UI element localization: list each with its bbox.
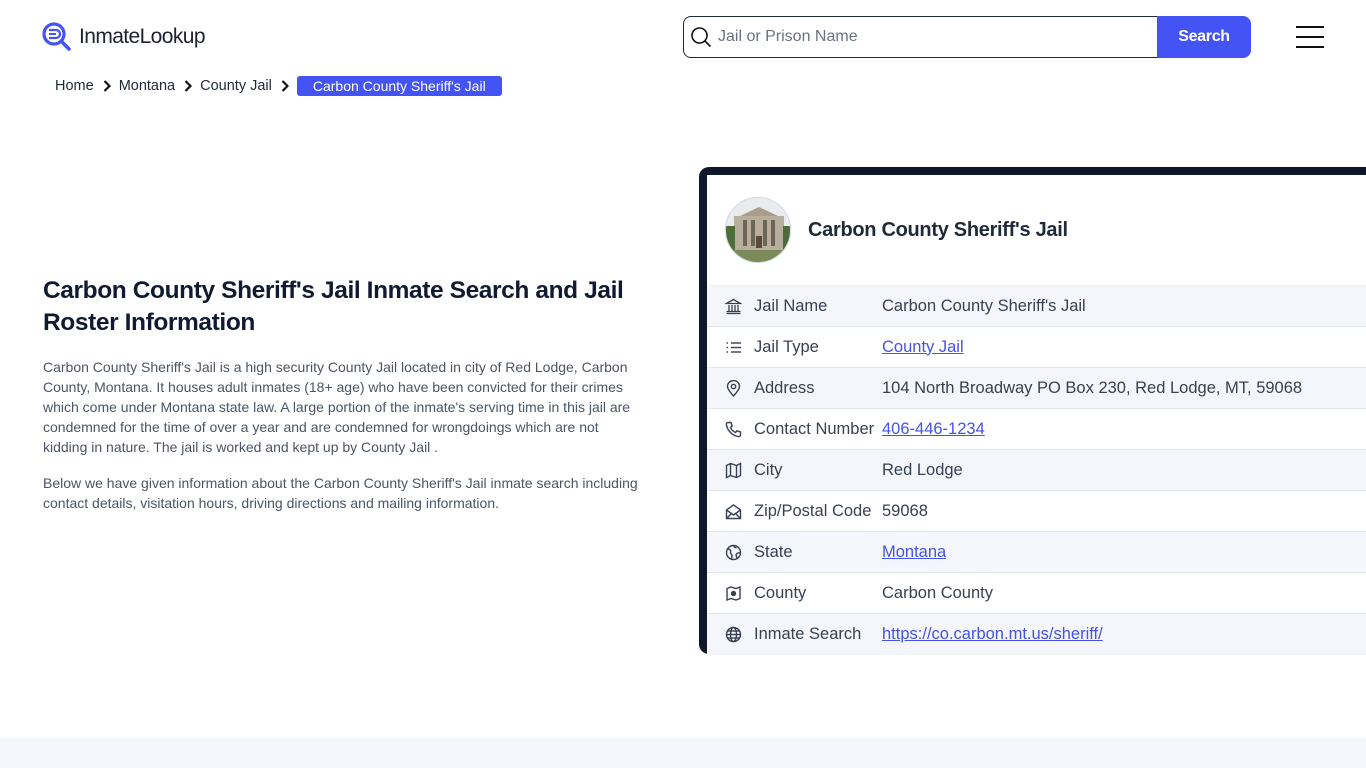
breadcrumb-county-jail[interactable]: County Jail [200, 78, 272, 94]
intro-paragraph: Below we have given information about th… [43, 475, 638, 511]
row-label: Address [754, 378, 815, 397]
breadcrumb: Home Montana County Jail Carbon County S… [55, 76, 502, 96]
breadcrumb-current: Carbon County Sheriff's Jail [296, 76, 502, 96]
hamburger-menu-icon[interactable] [1296, 26, 1324, 48]
chevron-right-icon [281, 80, 289, 92]
search-field [683, 16, 1157, 58]
card-header: Carbon County Sheriff's Jail [707, 175, 1366, 285]
info-row-city: City Red Lodge [707, 450, 1366, 491]
jail-photo [725, 197, 791, 263]
card-title: Carbon County Sheriff's Jail [808, 218, 1068, 241]
info-row-jail-type: Jail Type County Jail [707, 327, 1366, 368]
menu-line [1296, 46, 1324, 48]
breadcrumb-montana[interactable]: Montana [119, 78, 175, 94]
intro-section: Carbon County Sheriff's Jail Inmate Sear… [43, 275, 643, 513]
county-map-icon [724, 584, 742, 602]
search-input[interactable] [718, 28, 1138, 46]
magnifier-logo-icon [42, 22, 71, 51]
search-icon [691, 27, 711, 47]
jail-type-link[interactable]: County Jail [882, 338, 964, 357]
info-row-jail-name: Jail Name Carbon County Sheriff's Jail [707, 286, 1366, 327]
site-logo[interactable]: InmateLookup [42, 22, 206, 52]
row-label: Contact Number [754, 419, 875, 438]
info-table: Jail Name Carbon County Sheriff's Jail J… [707, 285, 1366, 655]
info-row-zip: Zip/Postal Code 59068 [707, 491, 1366, 532]
site-header: InmateLookup Search [0, 0, 1366, 70]
chevron-right-icon [184, 80, 193, 92]
jail-info-card: Carbon County Sheriff's Jail Jail Name C… [699, 167, 1366, 655]
info-row-address: Address 104 North Broadway PO Box 230, R… [707, 368, 1366, 409]
row-label: Jail Name [754, 296, 828, 315]
phone-icon [724, 420, 742, 438]
info-row-inmate-search: Inmate Search https://co.carbon.mt.us/sh… [707, 614, 1366, 655]
row-label: County [754, 583, 807, 602]
row-value: Carbon County [882, 583, 993, 602]
row-value: Carbon County Sheriff's Jail [882, 296, 1086, 315]
info-row-county: County Carbon County [707, 573, 1366, 614]
row-value: 59068 [882, 501, 928, 520]
row-value: 104 North Broadway PO Box 230, Red Lodge… [882, 378, 1303, 397]
breadcrumb-home[interactable]: Home [55, 78, 94, 94]
row-label: Jail Type [754, 337, 819, 356]
globe-icon [724, 626, 742, 644]
info-row-contact-number: Contact Number 406-446-1234 [707, 409, 1366, 450]
intro-paragraph: Carbon County Sheriff's Jail is a high s… [43, 359, 631, 455]
state-link[interactable]: Montana [882, 543, 946, 562]
row-label: Zip/Postal Code [754, 501, 872, 520]
row-label: Inmate Search [754, 625, 862, 643]
inmate-search-link[interactable]: https://co.carbon.mt.us/sheriff/ [882, 625, 1103, 644]
bank-building-icon [724, 297, 742, 315]
footer-band [0, 738, 1366, 768]
card-body: Carbon County Sheriff's Jail Jail Name C… [707, 175, 1366, 655]
phone-link[interactable]: 406-446-1234 [882, 420, 985, 439]
menu-line [1296, 26, 1324, 28]
mail-open-icon [724, 502, 742, 520]
page-title: Carbon County Sheriff's Jail Inmate Sear… [43, 277, 624, 336]
globe-state-icon [724, 543, 742, 561]
search-form: Search [683, 16, 1251, 58]
chevron-right-icon [103, 80, 111, 92]
list-icon [724, 338, 742, 356]
map-pin-icon [724, 379, 742, 397]
menu-line [1296, 36, 1324, 38]
row-label: State [754, 542, 793, 561]
row-value: Red Lodge [882, 460, 963, 479]
search-button[interactable]: Search [1157, 16, 1251, 58]
logo-text: InmateLookup [79, 25, 206, 48]
row-label: City [754, 460, 783, 479]
map-icon [724, 461, 742, 479]
info-row-state: State Montana [707, 532, 1366, 573]
